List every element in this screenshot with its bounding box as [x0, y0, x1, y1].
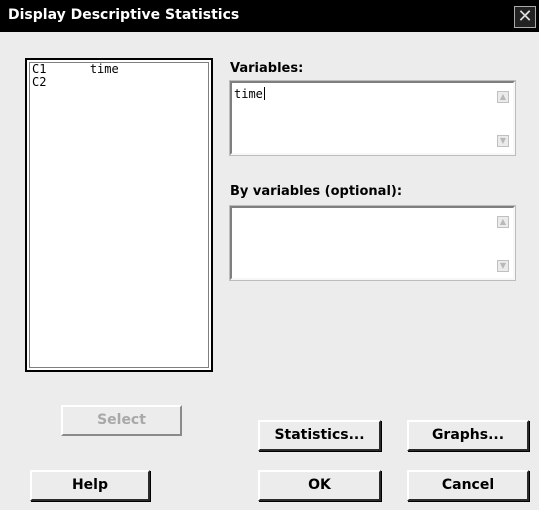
- column-listbox[interactable]: C1 time C2: [25, 58, 213, 372]
- select-button[interactable]: Select: [61, 405, 182, 436]
- column-id: C2: [32, 75, 47, 89]
- graphs-button[interactable]: Graphs...: [407, 420, 529, 451]
- close-button[interactable]: ✕: [514, 6, 536, 28]
- close-icon: ✕: [517, 6, 533, 27]
- cancel-button[interactable]: Cancel: [407, 470, 529, 501]
- text-caret: [263, 87, 265, 100]
- scroll-down-icon[interactable]: ▼: [497, 135, 509, 147]
- ok-button[interactable]: OK: [258, 470, 381, 501]
- by-variables-label: By variables (optional):: [230, 184, 403, 199]
- variables-label: Variables:: [230, 61, 304, 76]
- by-variables-textbox[interactable]: ▲ ▼: [229, 205, 516, 281]
- title-bar: Display Descriptive Statistics ✕: [0, 0, 539, 32]
- help-button[interactable]: Help: [30, 470, 150, 501]
- column-name: time: [89, 62, 119, 76]
- scroll-down-icon[interactable]: ▼: [497, 260, 509, 272]
- column-id: C1: [32, 62, 47, 76]
- variables-textbox[interactable]: time ▲ ▼: [229, 80, 516, 156]
- scroll-up-icon[interactable]: ▲: [497, 91, 509, 103]
- list-item[interactable]: C2: [30, 76, 208, 89]
- window-title: Display Descriptive Statistics: [8, 7, 240, 23]
- variables-value: time: [234, 87, 263, 101]
- statistics-button[interactable]: Statistics...: [258, 420, 381, 451]
- scroll-up-icon[interactable]: ▲: [497, 216, 509, 228]
- column-listbox-inner: C1 time C2: [29, 62, 209, 368]
